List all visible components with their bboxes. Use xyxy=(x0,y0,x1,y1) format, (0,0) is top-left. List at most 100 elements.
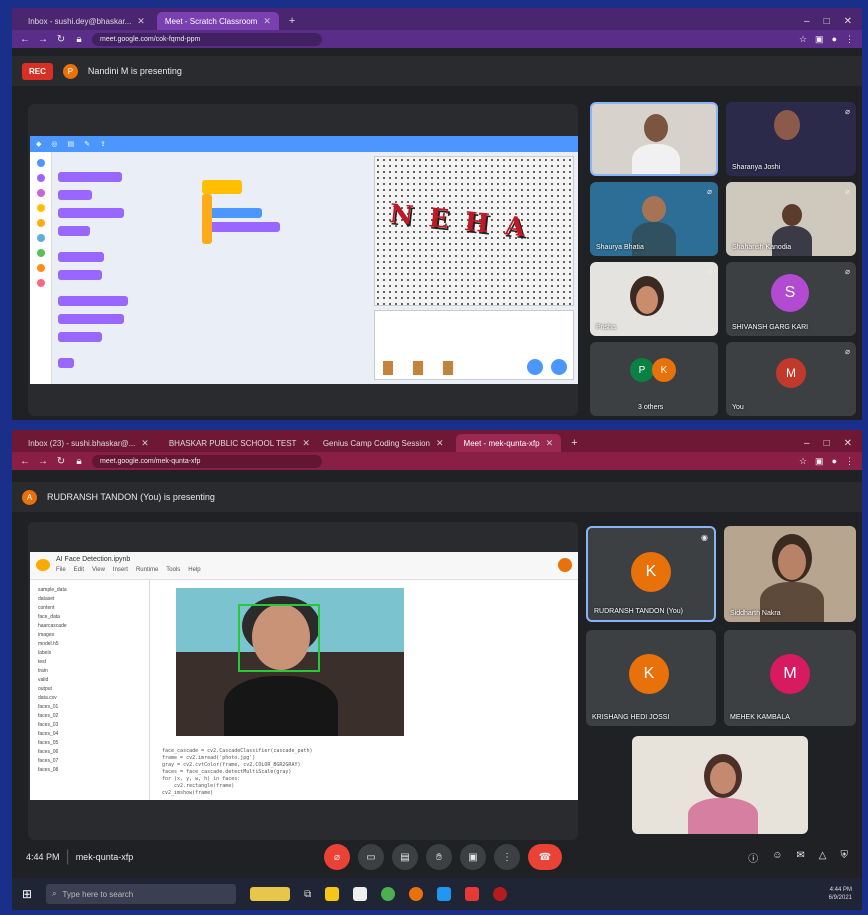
present-button[interactable]: ▣ xyxy=(460,844,486,870)
participant-tile[interactable]: ⌀ Shaurya Bhatia xyxy=(590,182,718,256)
sprite-thumb[interactable] xyxy=(443,361,453,375)
file-menu-icon[interactable]: ▤ xyxy=(68,140,75,148)
account-avatar[interactable] xyxy=(558,558,572,572)
browser-tab[interactable]: BHASKAR PUBLIC SCHOOL TEST ✕ xyxy=(161,434,311,452)
category-control-icon[interactable] xyxy=(36,219,45,227)
script-block[interactable] xyxy=(206,208,262,218)
file-item[interactable]: model.h5 xyxy=(38,640,141,649)
file-item[interactable]: labels xyxy=(38,649,141,658)
file-item[interactable]: sample_data xyxy=(38,586,141,595)
palette-block[interactable] xyxy=(58,358,74,368)
self-tile[interactable]: M ⌀ You xyxy=(726,342,856,416)
add-backdrop-button[interactable] xyxy=(551,359,567,375)
category-variables-icon[interactable] xyxy=(36,264,45,272)
reload-icon[interactable]: ↻ xyxy=(56,34,66,45)
back-icon[interactable]: ← xyxy=(20,34,30,45)
minimize-icon[interactable]: – xyxy=(804,438,810,449)
script-control-block[interactable] xyxy=(202,194,212,244)
participant-tile[interactable] xyxy=(632,736,808,834)
file-item[interactable]: faces_01 xyxy=(38,703,141,712)
opera-icon[interactable] xyxy=(493,887,508,901)
participant-tile[interactable]: S ⌀ SHIVANSH GARG KARI xyxy=(726,262,856,336)
menu-edit[interactable]: Edit xyxy=(74,567,84,573)
taskbar-clock[interactable]: 4:44 PM 6/9/2021 xyxy=(829,886,852,902)
participant-tile[interactable]: ⌀ Sharanya Joshi xyxy=(726,102,856,176)
new-tab-icon[interactable]: + xyxy=(283,12,301,30)
notebook-title[interactable]: AI Face Detection.ipynb xyxy=(56,556,130,563)
file-item[interactable]: data.csv xyxy=(38,694,141,703)
url-field[interactable]: meet.google.com/cok-fqmd-ppm xyxy=(92,32,322,46)
maximize-icon[interactable]: □ xyxy=(824,16,830,27)
notepad-icon[interactable] xyxy=(353,887,368,901)
browser-tab[interactable]: Inbox - sushi.dey@bhaskar... ✕ xyxy=(20,12,153,30)
url-field[interactable]: meet.google.com/mek-qunta-xfp xyxy=(92,454,322,468)
file-item[interactable]: faces_08 xyxy=(38,766,141,775)
code-cell[interactable]: face_cascade = cv2.CascadeClassifier(cas… xyxy=(162,748,313,797)
category-motion-icon[interactable] xyxy=(36,159,45,167)
participant-tile[interactable]: ⌀ Shahansh Kanodia xyxy=(726,182,856,256)
file-item[interactable]: faces_05 xyxy=(38,739,141,748)
add-sprite-button[interactable] xyxy=(527,359,543,375)
file-item[interactable]: train xyxy=(38,667,141,676)
task-view-icon[interactable]: ⧉ xyxy=(304,889,311,900)
file-item[interactable]: faces_02 xyxy=(38,712,141,721)
file-item[interactable]: faces_07 xyxy=(38,757,141,766)
menu-file[interactable]: File xyxy=(56,567,66,573)
more-options-button[interactable]: ⋮ xyxy=(494,844,520,870)
close-window-icon[interactable]: ✕ xyxy=(844,438,852,449)
file-item[interactable]: haarcascade xyxy=(38,622,141,631)
activities-icon[interactable]: △ xyxy=(819,850,827,865)
category-myblocks-icon[interactable] xyxy=(36,279,45,287)
menu-insert[interactable]: Insert xyxy=(113,567,128,573)
palette-block[interactable] xyxy=(58,172,122,182)
participant-tile[interactable]: Siddharth Nakra xyxy=(724,526,856,622)
host-controls-icon[interactable]: ⛨ xyxy=(841,850,849,865)
file-item[interactable]: faces_06 xyxy=(38,748,141,757)
close-icon[interactable]: ✕ xyxy=(546,438,554,449)
camera-button[interactable]: ▭ xyxy=(358,844,384,870)
palette-block[interactable] xyxy=(58,332,102,342)
people-icon[interactable]: ☺ xyxy=(772,850,782,865)
category-operators-icon[interactable] xyxy=(36,249,45,257)
category-events-icon[interactable] xyxy=(36,204,45,212)
browser-tab-active[interactable]: Meet - mek-qunta-xfp ✕ xyxy=(455,434,562,452)
file-item[interactable]: faces_03 xyxy=(38,721,141,730)
palette-block[interactable] xyxy=(58,270,102,280)
file-item[interactable]: images xyxy=(38,631,141,640)
new-tab-icon[interactable]: + xyxy=(565,434,583,452)
file-explorer-icon[interactable] xyxy=(325,887,340,901)
menu-icon[interactable]: ⋮ xyxy=(845,34,854,45)
app-icon[interactable] xyxy=(465,887,480,901)
palette-block[interactable] xyxy=(58,190,92,200)
palette-block[interactable] xyxy=(58,208,124,218)
menu-runtime[interactable]: Runtime xyxy=(136,567,158,573)
start-icon[interactable]: ⊞ xyxy=(22,887,32,901)
extension-icon[interactable]: ▣ xyxy=(815,456,824,467)
palette-block[interactable] xyxy=(58,226,90,236)
participant-tile[interactable]: M MEHEK KAMBALA xyxy=(724,630,856,726)
firefox-icon[interactable] xyxy=(409,887,424,901)
participant-tile[interactable] xyxy=(590,102,718,176)
raise-hand-button[interactable]: ✋︎ xyxy=(426,844,452,870)
info-icon[interactable]: ⓘ xyxy=(748,850,758,865)
close-icon[interactable]: ✕ xyxy=(302,438,310,449)
category-looks-icon[interactable] xyxy=(36,174,45,182)
category-sound-icon[interactable] xyxy=(36,189,45,197)
sprite-thumb[interactable] xyxy=(383,361,393,375)
file-item[interactable]: content xyxy=(38,604,141,613)
share-icon[interactable]: ⇪ xyxy=(100,140,106,148)
participant-tile[interactable]: K ◉ RUDRANSH TANDON (You) xyxy=(586,526,716,622)
participant-tile[interactable]: ⌀ Prisha xyxy=(590,262,718,336)
globe-icon[interactable]: ◎ xyxy=(51,140,57,148)
minimize-icon[interactable]: – xyxy=(804,16,810,27)
forward-icon[interactable]: → xyxy=(38,456,48,467)
close-icon[interactable]: ✕ xyxy=(263,16,271,27)
cortana-widget[interactable] xyxy=(250,887,291,901)
extension-icon[interactable]: ▣ xyxy=(815,34,824,45)
palette-block[interactable] xyxy=(58,296,128,306)
palette-block[interactable] xyxy=(58,252,104,262)
menu-icon[interactable]: ⋮ xyxy=(845,456,854,467)
browser-tab[interactable]: Inbox (23) - sushi.bhaskar@... ✕ xyxy=(20,434,157,452)
close-icon[interactable]: ✕ xyxy=(141,438,149,449)
file-item[interactable]: dataset xyxy=(38,595,141,604)
